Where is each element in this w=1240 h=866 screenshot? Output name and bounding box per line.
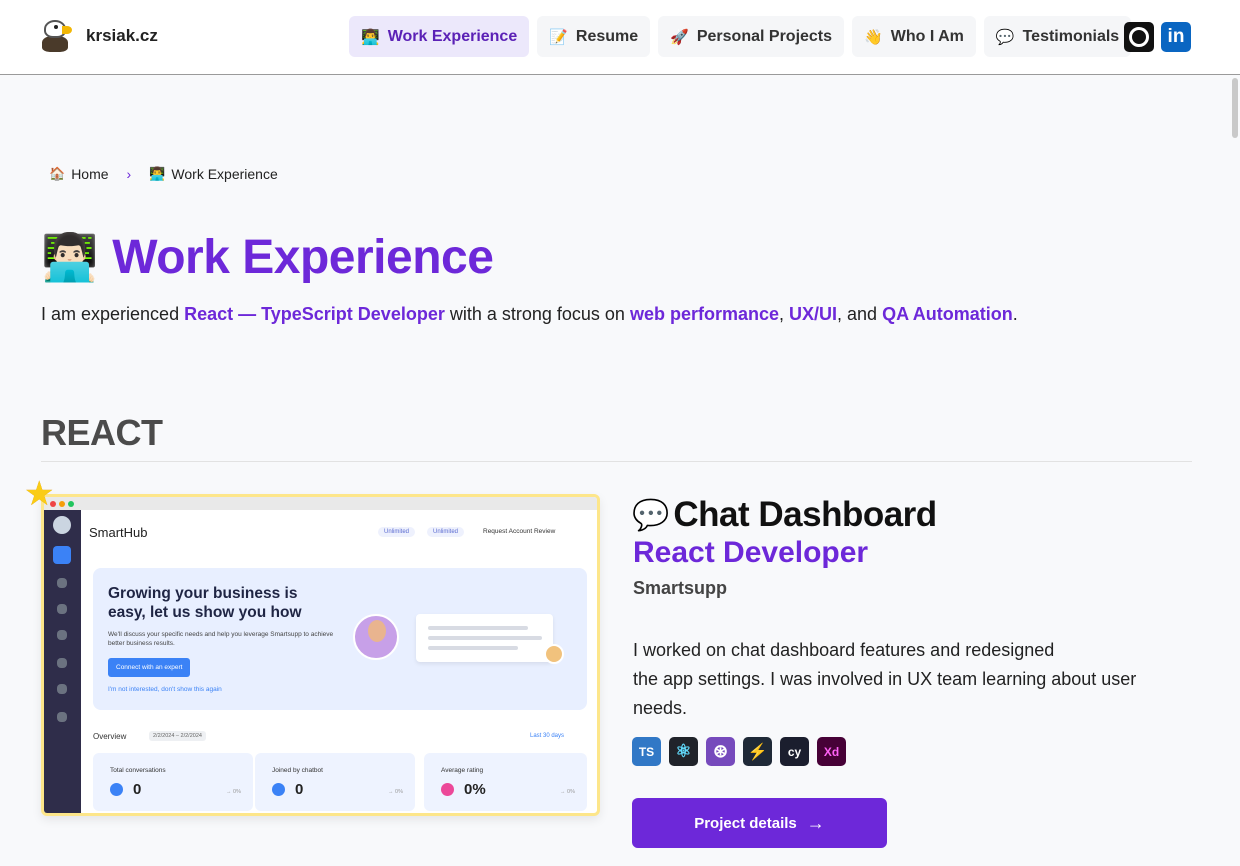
breadcrumb-current: Work Experience (171, 166, 278, 182)
scrollbar-thumb[interactable] (1232, 78, 1238, 138)
github-link[interactable] (1124, 22, 1154, 52)
site-header: krsiak.cz 👨‍💻 Work Experience 📝 Resume 🚀… (0, 0, 1240, 75)
adobe-xd-icon: Xd (817, 737, 846, 766)
site-logo[interactable]: krsiak.cz (40, 18, 158, 54)
project-details-button[interactable]: Project details → (632, 798, 887, 848)
plan-pill: Unlimited (378, 527, 416, 537)
cypress-icon: cy (780, 737, 809, 766)
project-name: Chat Dashboard (673, 495, 937, 534)
cta-label: Project details (694, 814, 797, 832)
speech-bubble-icon: 💬 (995, 28, 1015, 46)
star-icon: ★ (24, 475, 55, 513)
memo-icon: 📝 (549, 28, 568, 46)
nav-label: Resume (575, 27, 639, 45)
project-screenshot[interactable]: SmartHub Unlimited Unlimited Request Acc… (41, 494, 600, 816)
project-description: I worked on chat dashboard features and … (633, 640, 1137, 718)
project-company: Smartsupp (633, 578, 728, 598)
app-sidebar (44, 510, 81, 813)
page-title: 👨🏻‍💻 Work Experience (41, 230, 494, 285)
linkedin-link[interactable]: in (1161, 22, 1191, 52)
section-title: REACT (41, 412, 163, 453)
hero-banner: Growing your business is easy, let us sho… (93, 568, 587, 710)
nav-label: Personal Projects (696, 27, 833, 45)
plan-pill: Unlimited (427, 527, 465, 537)
storybook-icon: ⚡ (743, 737, 772, 766)
technologist-icon: 👨🏻‍💻 (41, 231, 99, 283)
speech-bubble-icon: 💬 (632, 498, 670, 532)
highlight-role: React — TypeScript Developer (184, 304, 445, 324)
project-role: React Developer (633, 536, 869, 569)
redux-icon: ⊛ (706, 737, 735, 766)
window-titlebar (44, 497, 597, 510)
avatar (544, 644, 564, 664)
highlight-qa-automation: QA Automation (882, 304, 1013, 324)
page-heading: Work Experience (112, 231, 494, 284)
eagle-icon (40, 18, 76, 54)
tech-stack: TS ⚛ ⊛ ⚡ cy Xd (632, 737, 846, 766)
main-nav: 👨‍💻 Work Experience 📝 Resume 🚀 Personal … (349, 16, 1132, 57)
github-icon (1129, 27, 1149, 47)
technologist-icon: 👨‍💻 (361, 28, 380, 46)
nav-label: Testimonials (1022, 27, 1120, 45)
react-icon: ⚛ (669, 737, 698, 766)
nav-work-experience[interactable]: 👨‍💻 Work Experience (349, 16, 530, 57)
technologist-icon: 👨‍💻 (149, 166, 166, 181)
house-icon: 🏠 (49, 166, 66, 181)
nav-label: Who I Am (890, 27, 964, 45)
section-divider (41, 461, 1192, 462)
highlight-web-performance: web performance (629, 304, 779, 324)
typescript-icon: TS (632, 737, 661, 766)
scrollbar-track[interactable] (1230, 75, 1240, 866)
nav-resume[interactable]: 📝 Resume (537, 16, 651, 57)
linkedin-icon: in (1167, 26, 1185, 47)
nav-who-i-am[interactable]: 👋 Who I Am (852, 16, 976, 57)
rocket-icon: 🚀 (670, 28, 689, 46)
stat-card: Total conversations 0 → 0% (93, 753, 253, 811)
breadcrumb-home[interactable]: Home (71, 166, 108, 182)
nav-testimonials[interactable]: 💬 Testimonials (983, 16, 1132, 57)
nav-label: Work Experience (387, 27, 518, 45)
breadcrumb: 🏠 Home › 👨‍💻 Work Experience (49, 166, 278, 182)
request-review: Request Account Review (483, 528, 556, 535)
site-name[interactable]: krsiak.cz (86, 26, 158, 46)
highlight-ux-ui: UX/UI (789, 304, 838, 324)
stat-card: Average rating 0% → 0% (424, 753, 587, 811)
waving-hand-icon: 👋 (864, 28, 883, 46)
breadcrumb-separator: › (126, 166, 132, 182)
app-title: SmartHub (89, 525, 148, 540)
arrow-right-icon: → (806, 812, 825, 833)
nav-personal-projects[interactable]: 🚀 Personal Projects (658, 16, 845, 57)
stat-card: Joined by chatbot 0 → 0% (255, 753, 415, 811)
project-title: 💬 Chat Dashboard (632, 495, 937, 535)
intro-text: I am experienced React — TypeScript Deve… (41, 304, 1018, 324)
